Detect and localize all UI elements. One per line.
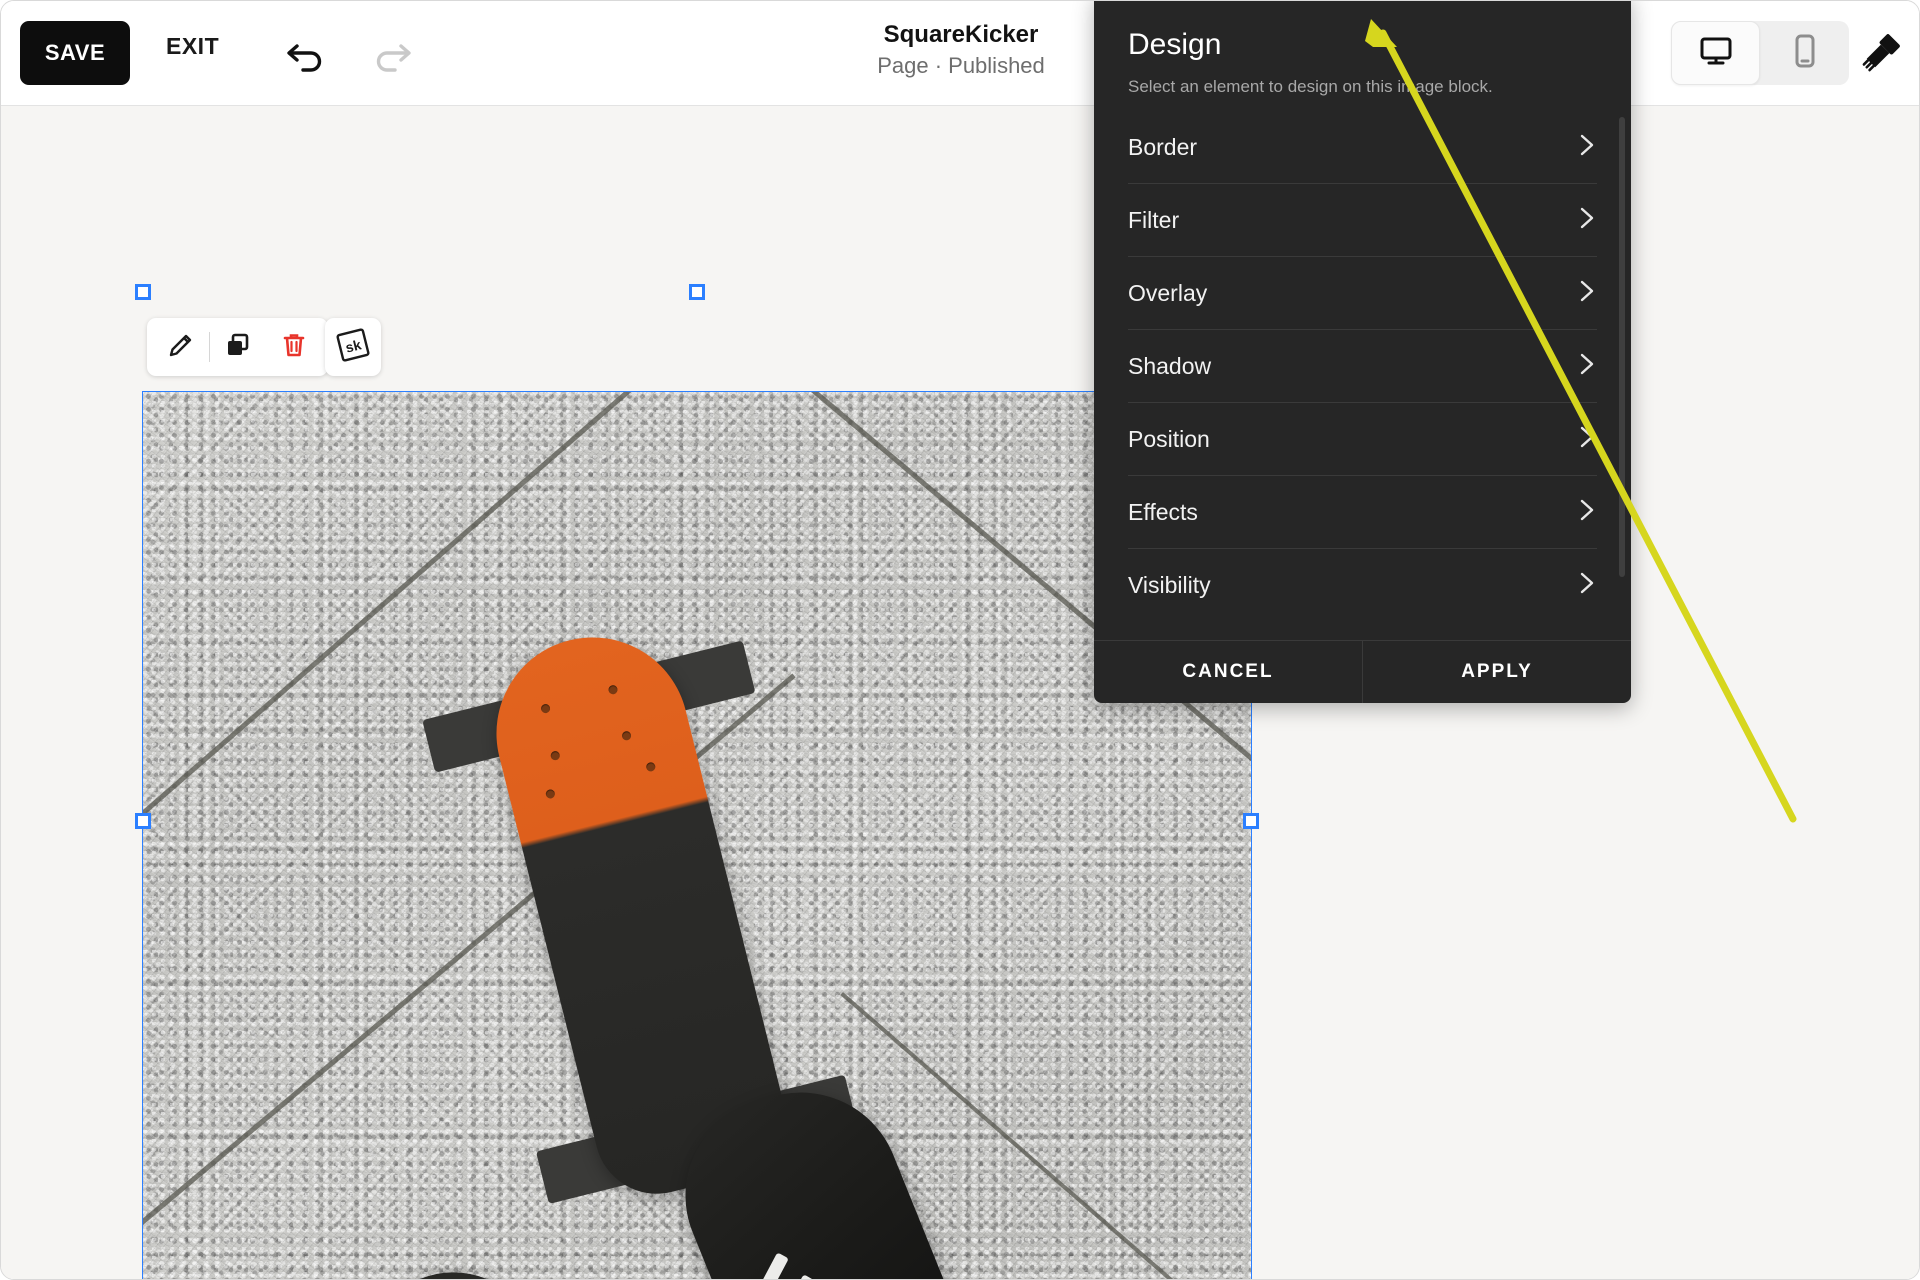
top-toolbar: SAVE EXIT SquareKicker Page · Published xyxy=(1,1,1919,106)
design-option-visibility[interactable]: Visibility xyxy=(1128,548,1597,621)
apply-button[interactable]: APPLY xyxy=(1363,641,1631,703)
edit-block-button[interactable] xyxy=(153,322,209,372)
chevron-right-icon xyxy=(1577,424,1597,455)
design-option-shadow[interactable]: Shadow xyxy=(1128,329,1597,402)
device-desktop-button[interactable] xyxy=(1671,21,1760,85)
design-panel-header: Design Select an element to design on th… xyxy=(1094,1,1631,117)
resize-handle-top-center[interactable] xyxy=(689,284,705,300)
design-panel: Design Select an element to design on th… xyxy=(1094,1,1631,703)
undo-arrow-icon xyxy=(285,33,329,78)
chevron-right-icon xyxy=(1577,278,1597,309)
resize-handle-middle-left[interactable] xyxy=(135,813,151,829)
design-option-label: Shadow xyxy=(1128,352,1212,379)
exit-button[interactable]: EXIT xyxy=(166,33,219,60)
design-panel-footer: CANCEL APPLY xyxy=(1094,640,1631,703)
duplicate-block-button[interactable] xyxy=(210,322,266,372)
design-option-label: Filter xyxy=(1128,206,1180,233)
delete-block-button[interactable] xyxy=(266,322,322,372)
chevron-right-icon xyxy=(1577,351,1597,382)
design-option-label: Effects xyxy=(1128,498,1198,525)
chevron-right-icon xyxy=(1577,497,1597,528)
exit-button-label: EXIT xyxy=(166,33,220,59)
skateboard-photo xyxy=(143,392,1251,1279)
design-option-position[interactable]: Position xyxy=(1128,402,1597,475)
trash-can-icon xyxy=(279,330,309,365)
undo-button[interactable] xyxy=(279,27,335,83)
design-panel-subtitle: Select an element to design on this imag… xyxy=(1128,77,1493,96)
design-option-border[interactable]: Border xyxy=(1128,111,1597,183)
desktop-monitor-icon xyxy=(1699,35,1733,72)
design-option-label: Border xyxy=(1128,133,1198,160)
redo-arrow-icon xyxy=(369,33,413,78)
save-button[interactable]: SAVE xyxy=(20,21,130,85)
chevron-right-icon xyxy=(1577,570,1597,601)
design-option-filter[interactable]: Filter xyxy=(1128,183,1597,256)
duplicate-squares-icon xyxy=(223,330,253,365)
chevron-right-icon xyxy=(1577,132,1597,163)
design-option-effects[interactable]: Effects xyxy=(1128,475,1597,548)
svg-text:sk: sk xyxy=(344,336,363,355)
squarekicker-logo-icon: sk xyxy=(334,326,372,369)
design-option-label: Position xyxy=(1128,425,1210,452)
design-option-label: Visibility xyxy=(1128,571,1211,598)
cancel-button-label: CANCEL xyxy=(1182,661,1274,682)
page-canvas[interactable]: sk xyxy=(1,106,1919,1279)
mobile-phone-icon xyxy=(1792,34,1818,73)
chevron-right-icon xyxy=(1577,205,1597,236)
redo-button[interactable] xyxy=(363,27,419,83)
cancel-button[interactable]: CANCEL xyxy=(1094,641,1362,703)
save-button-label: SAVE xyxy=(44,40,106,65)
pencil-icon xyxy=(166,330,196,365)
apply-button-label: APPLY xyxy=(1461,661,1533,682)
design-panel-title: Design xyxy=(1128,28,1222,61)
squarekicker-button[interactable]: sk xyxy=(325,318,381,376)
app-window: SAVE EXIT SquareKicker Page · Published … xyxy=(0,0,1920,1280)
design-brush-button[interactable] xyxy=(1857,26,1909,80)
device-preview-toggle xyxy=(1671,21,1849,85)
resize-handle-middle-right[interactable] xyxy=(1243,813,1259,829)
block-action-toolbar xyxy=(147,318,328,376)
paint-brush-icon xyxy=(1860,28,1906,79)
device-mobile-button[interactable] xyxy=(1760,21,1849,85)
selected-image-block[interactable] xyxy=(142,391,1252,1279)
resize-handle-top-left[interactable] xyxy=(135,284,151,300)
design-option-label: Overlay xyxy=(1128,279,1208,306)
design-option-overlay[interactable]: Overlay xyxy=(1128,256,1597,329)
design-panel-scrollbar[interactable] xyxy=(1619,117,1625,577)
design-option-list: Border Filter Overlay Shadow Position Ef… xyxy=(1094,111,1631,641)
